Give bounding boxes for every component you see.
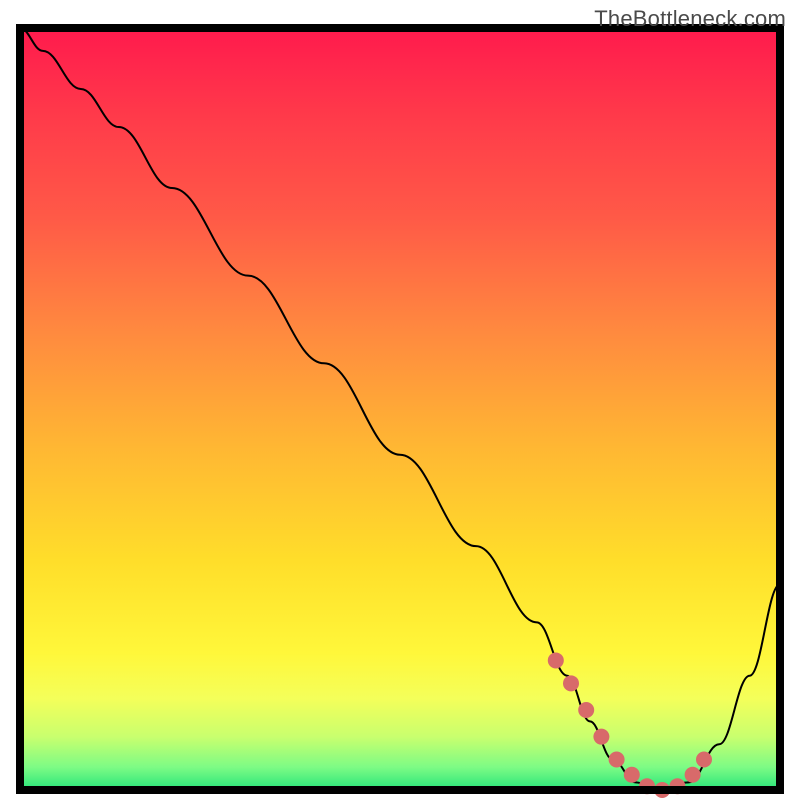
watermark-text: TheBottleneck.com [594,6,786,32]
highlight-dot [696,752,712,768]
highlight-dot [548,652,564,668]
highlight-dot [578,702,594,718]
highlight-dot [593,729,609,745]
bottleneck-chart [0,0,800,800]
gradient-background [20,28,780,790]
highlight-dot [685,767,701,783]
highlight-dot [624,767,640,783]
highlight-dot [609,752,625,768]
chart-container: TheBottleneck.com [0,0,800,800]
highlight-dot [563,675,579,691]
